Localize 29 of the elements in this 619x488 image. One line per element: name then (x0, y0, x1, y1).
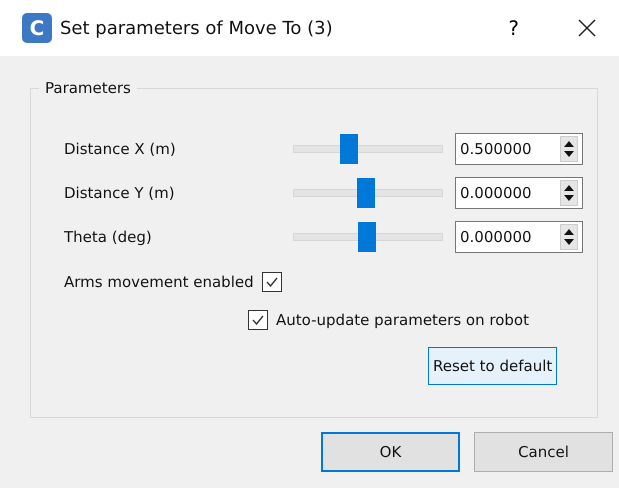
spin-box[interactable]: 0.000000 (455, 177, 583, 209)
help-button[interactable]: ? (508, 16, 519, 40)
spin-box[interactable]: 0.000000 (455, 221, 583, 253)
dialog-button[interactable]: OK (321, 432, 460, 472)
reset-button[interactable]: Reset to default (428, 347, 558, 385)
spin-box[interactable]: 0.500000 (455, 133, 583, 165)
parameter-label: Distance Y (m) (64, 184, 176, 202)
app-logo-icon: C (22, 13, 52, 43)
slider[interactable] (293, 134, 443, 164)
close-button[interactable] (577, 18, 597, 38)
slider-thumb[interactable] (340, 134, 358, 164)
slider-thumb[interactable] (358, 222, 376, 252)
spin-arrows-icon[interactable] (560, 224, 578, 250)
check-icon (251, 313, 265, 327)
dialog-button[interactable]: Cancel (474, 432, 613, 472)
checkbox-label: Arms movement enabled (64, 273, 254, 291)
checkbox[interactable] (248, 310, 268, 330)
checkbox[interactable] (262, 272, 282, 292)
spin-arrows-icon[interactable] (560, 180, 578, 206)
parameter-label: Theta (deg) (64, 228, 153, 246)
window-title: Set parameters of Move To (3) (60, 18, 334, 38)
parameter-label: Distance X (m) (64, 140, 177, 158)
spin-arrows-icon[interactable] (560, 136, 578, 162)
slider-thumb[interactable] (356, 178, 374, 208)
close-icon (577, 18, 597, 38)
slider[interactable] (293, 222, 443, 252)
check-icon (264, 275, 279, 289)
checkbox-label: Auto-update parameters on robot (276, 311, 529, 329)
slider[interactable] (293, 178, 443, 208)
